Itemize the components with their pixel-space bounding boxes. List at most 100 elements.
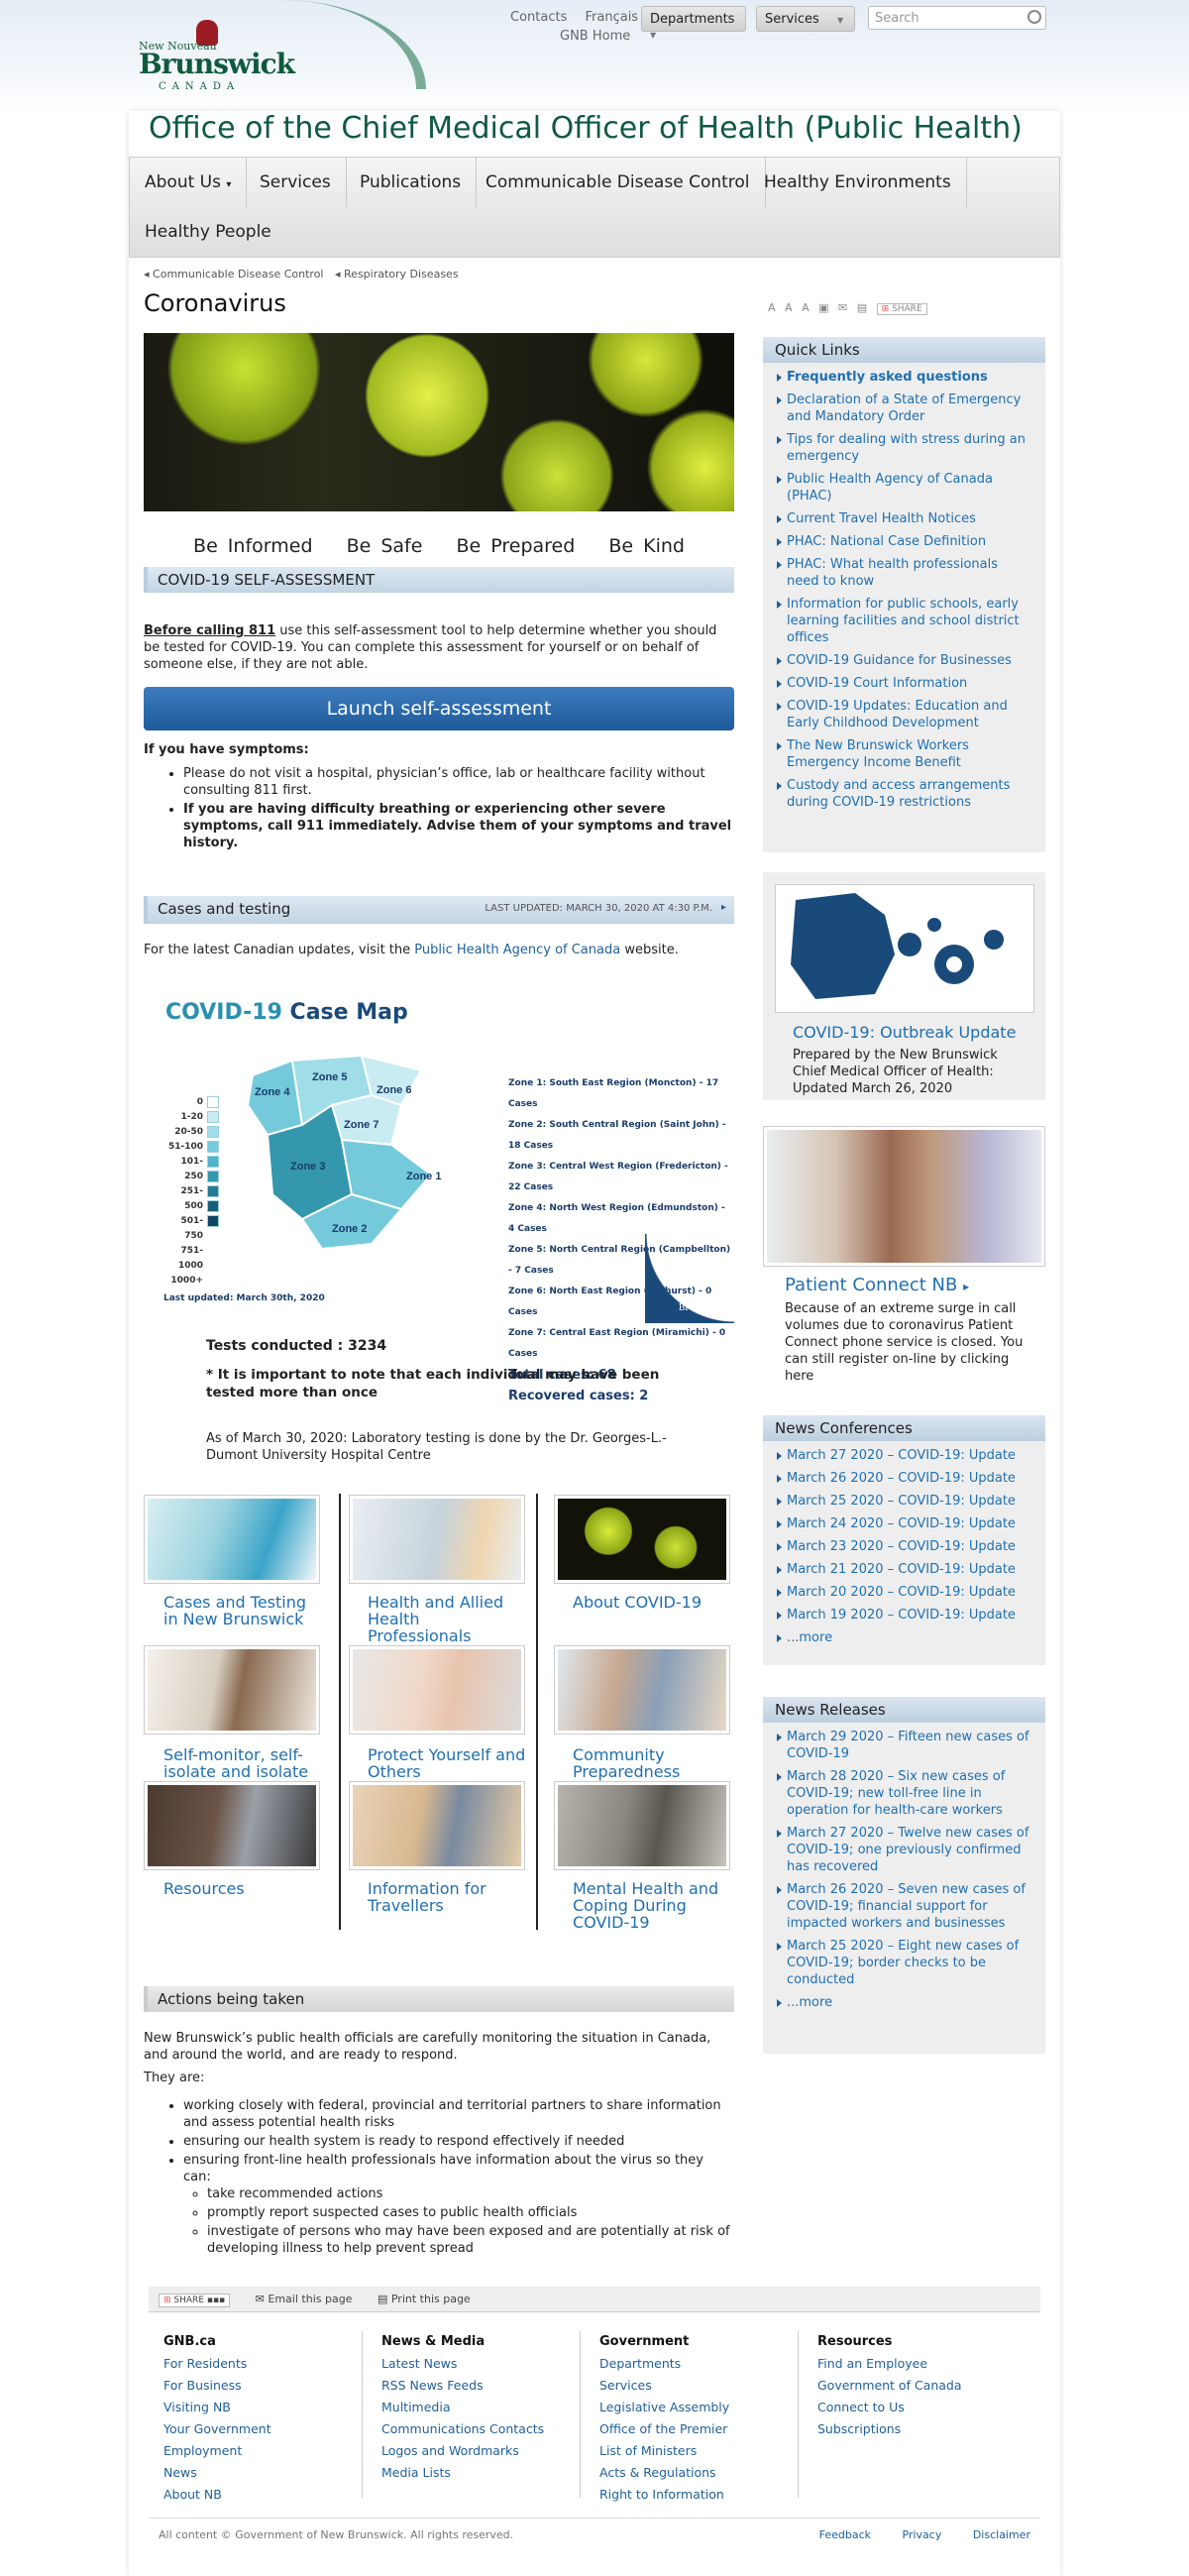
- footer-link[interactable]: Departments: [599, 2353, 729, 2375]
- footer-link[interactable]: For Business: [163, 2375, 271, 2397]
- footer-link[interactable]: Employment: [163, 2440, 271, 2462]
- conferences-more-link[interactable]: ...more: [775, 1629, 1033, 1646]
- print-icon[interactable]: ▤: [857, 301, 867, 314]
- tile-image[interactable]: [144, 1495, 320, 1584]
- tile-link[interactable]: Protect Yourself and Others: [368, 1746, 526, 1780]
- francais-link[interactable]: Français: [586, 10, 639, 25]
- nav-healthy-people[interactable]: Healthy People: [130, 207, 286, 257]
- tile-link[interactable]: Self-monitor, self-isolate and isolate: [163, 1746, 322, 1780]
- tile-image[interactable]: [349, 1781, 525, 1870]
- footer-link[interactable]: RSS News Feeds: [381, 2375, 544, 2397]
- tile-link[interactable]: About COVID-19: [573, 1594, 731, 1611]
- tile-link[interactable]: Health and Allied Health Professionals: [368, 1594, 526, 1644]
- gnb-logo[interactable]: New Nouveau Brunswick CANADA: [139, 14, 295, 92]
- releases-more-link[interactable]: ...more: [775, 1994, 1033, 2011]
- quick-link[interactable]: Information for public schools, early le…: [775, 596, 1033, 646]
- release-link[interactable]: March 26 2020 – Seven new cases of COVID…: [775, 1881, 1033, 1932]
- footer-link[interactable]: Right to Information: [599, 2484, 729, 2506]
- footer-link[interactable]: Office of the Premier: [599, 2418, 729, 2440]
- nav-healthy-environments[interactable]: Healthy Environments: [749, 158, 967, 207]
- conference-link[interactable]: March 25 2020 – COVID-19: Update: [775, 1493, 1033, 1510]
- breadcrumb-communicable[interactable]: ◂ Communicable Disease Control: [144, 268, 324, 280]
- quick-link[interactable]: Custody and access arrangements during C…: [775, 777, 1033, 811]
- tile-link[interactable]: Cases and Testing in New Brunswick: [163, 1594, 322, 1627]
- quick-link[interactable]: Current Travel Health Notices: [775, 510, 1033, 527]
- share-button[interactable]: ⊞ SHARE: [876, 303, 927, 315]
- footer-link[interactable]: For Residents: [163, 2353, 271, 2375]
- services-dropdown[interactable]: Services ▼: [756, 6, 855, 32]
- gnb-home-link[interactable]: GNB Home: [560, 29, 630, 44]
- email-page-link[interactable]: ✉ Email this page: [256, 2293, 353, 2305]
- footer-link[interactable]: Your Government: [163, 2418, 271, 2440]
- tile-link[interactable]: Mental Health and Coping During COVID-19: [573, 1880, 731, 1931]
- quick-link[interactable]: COVID-19 Court Information: [775, 675, 1033, 692]
- release-link[interactable]: March 25 2020 – Eight new cases of COVID…: [775, 1938, 1033, 1988]
- conference-link[interactable]: March 21 2020 – COVID-19: Update: [775, 1561, 1033, 1578]
- text-size-large-icon[interactable]: A: [802, 301, 810, 314]
- nav-publications[interactable]: Publications: [345, 158, 478, 207]
- email-icon[interactable]: ✉: [838, 301, 847, 314]
- footer-link[interactable]: Media Lists: [381, 2462, 544, 2484]
- footer-link[interactable]: Acts & Regulations: [599, 2462, 729, 2484]
- tile-image[interactable]: [349, 1495, 525, 1584]
- conference-link[interactable]: March 24 2020 – COVID-19: Update: [775, 1515, 1033, 1532]
- release-link[interactable]: March 29 2020 – Fifteen new cases of COV…: [775, 1729, 1033, 1762]
- text-size-medium-icon[interactable]: A: [785, 301, 793, 314]
- print-page-link[interactable]: ▤ Print this page: [378, 2293, 471, 2305]
- launch-self-assessment-button[interactable]: Launch self-assessment: [144, 687, 734, 730]
- nav-communicable-disease-control[interactable]: Communicable Disease Control: [471, 158, 766, 207]
- conference-link[interactable]: March 26 2020 – COVID-19: Update: [775, 1470, 1033, 1487]
- nav-services[interactable]: Services: [245, 158, 347, 207]
- breadcrumb-link[interactable]: Communicable Disease Control: [153, 268, 323, 280]
- quick-link[interactable]: Public Health Agency of Canada (PHAC): [775, 471, 1033, 504]
- contacts-link[interactable]: Contacts: [510, 10, 567, 25]
- breadcrumb-link[interactable]: Respiratory Diseases: [344, 268, 459, 280]
- footer-link[interactable]: List of Ministers: [599, 2440, 729, 2462]
- breadcrumb-respiratory[interactable]: ◂ Respiratory Diseases: [335, 268, 459, 280]
- quick-link[interactable]: The New Brunswick Workers Emergency Inco…: [775, 737, 1033, 771]
- footer-link[interactable]: Latest News: [381, 2353, 544, 2375]
- footer-link[interactable]: Connect to Us: [817, 2397, 962, 2418]
- footer-link[interactable]: Multimedia: [381, 2397, 544, 2418]
- quick-link[interactable]: COVID-19 Updates: Education and Early Ch…: [775, 698, 1033, 731]
- conference-link[interactable]: March 20 2020 – COVID-19: Update: [775, 1584, 1033, 1601]
- release-link[interactable]: March 28 2020 – Six new cases of COVID-1…: [775, 1768, 1033, 1819]
- tile-image[interactable]: [144, 1645, 320, 1735]
- disclaimer-link[interactable]: Disclaimer: [973, 2528, 1030, 2541]
- footer-link[interactable]: Legislative Assembly: [599, 2397, 729, 2418]
- footer-link[interactable]: Subscriptions: [817, 2418, 962, 2440]
- footer-link[interactable]: Government of Canada: [817, 2375, 962, 2397]
- feedback-link[interactable]: Feedback: [819, 2528, 871, 2541]
- phac-link[interactable]: Public Health Agency of Canada: [414, 943, 620, 957]
- quick-link[interactable]: Frequently asked questions: [775, 369, 1033, 386]
- conference-link[interactable]: March 23 2020 – COVID-19: Update: [775, 1538, 1033, 1555]
- footer-link[interactable]: Find an Employee: [817, 2353, 962, 2375]
- quick-link[interactable]: PHAC: National Case Definition: [775, 533, 1033, 550]
- tile-image[interactable]: [554, 1495, 730, 1584]
- footer-link[interactable]: Services: [599, 2375, 729, 2397]
- footer-link[interactable]: Communications Contacts: [381, 2418, 544, 2440]
- footer-link[interactable]: News: [163, 2462, 271, 2484]
- tile-link[interactable]: Resources: [163, 1880, 322, 1897]
- departments-dropdown[interactable]: Departments ▼: [641, 6, 746, 40]
- release-link[interactable]: March 27 2020 – Twelve new cases of COVI…: [775, 1825, 1033, 1875]
- quick-link[interactable]: Declaration of a State of Emergency and …: [775, 392, 1033, 425]
- site-title[interactable]: Office of the Chief Medical Officer of H…: [149, 111, 1023, 146]
- patient-connect-image[interactable]: [763, 1126, 1045, 1267]
- text-size-small-icon[interactable]: A: [768, 301, 776, 314]
- rss-icon[interactable]: ▣: [818, 301, 828, 314]
- tile-image[interactable]: [349, 1645, 525, 1735]
- footer-link[interactable]: Visiting NB: [163, 2397, 271, 2418]
- tile-image[interactable]: [554, 1645, 730, 1735]
- tile-link[interactable]: Community Preparedness: [573, 1746, 731, 1780]
- tile-image[interactable]: [144, 1781, 320, 1870]
- outbreak-title[interactable]: COVID-19: Outbreak Update: [793, 1023, 1016, 1042]
- quick-link[interactable]: COVID-19 Guidance for Businesses: [775, 652, 1033, 669]
- search-input[interactable]: Search: [868, 6, 1046, 30]
- outbreak-image[interactable]: [775, 884, 1034, 1013]
- footer-link[interactable]: Logos and Wordmarks: [381, 2440, 544, 2462]
- search-icon[interactable]: [1027, 10, 1041, 24]
- patient-connect-title[interactable]: Patient Connect NB ▸: [785, 1275, 969, 1295]
- footer-link[interactable]: About NB: [163, 2484, 271, 2506]
- share-button[interactable]: ⊞ SHARE ▪▪▪: [159, 2294, 231, 2307]
